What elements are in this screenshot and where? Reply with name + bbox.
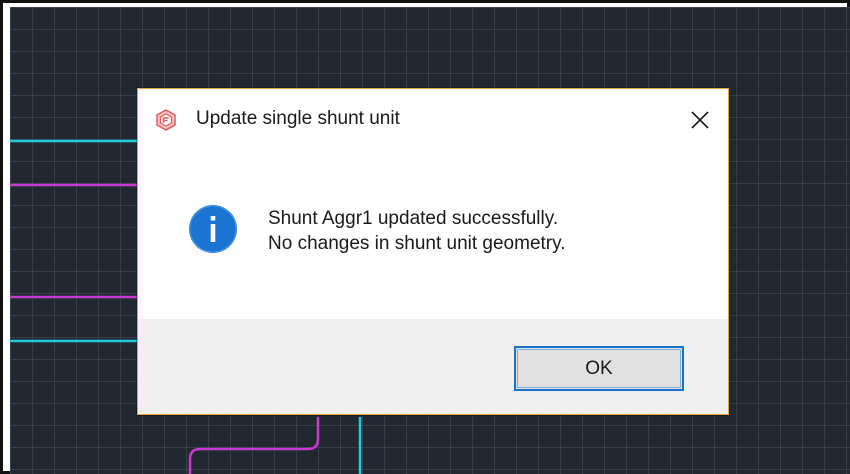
message-dialog: Update single shunt unit Shunt Aggr1 upd… <box>137 88 729 415</box>
message-line-1: Shunt Aggr1 updated successfully. <box>268 208 559 229</box>
info-icon <box>189 205 237 253</box>
dialog-titlebar[interactable]: Update single shunt unit <box>138 89 728 151</box>
close-icon <box>691 111 709 129</box>
screenshot-frame: Update single shunt unit Shunt Aggr1 upd… <box>0 0 850 474</box>
dialog-footer: OK <box>138 319 728 414</box>
message-line-2: No changes in shunt unit geometry. <box>268 233 566 254</box>
dialog-title: Update single shunt unit <box>196 108 400 129</box>
dialog-message: Shunt Aggr1 updated successfully. No cha… <box>268 206 566 256</box>
ok-button[interactable]: OK <box>514 346 684 391</box>
magenta-line-3 <box>188 417 320 474</box>
app-logo-icon <box>156 109 176 131</box>
close-button[interactable] <box>682 103 718 137</box>
dialog-body: Shunt Aggr1 updated successfully. No cha… <box>138 151 728 319</box>
